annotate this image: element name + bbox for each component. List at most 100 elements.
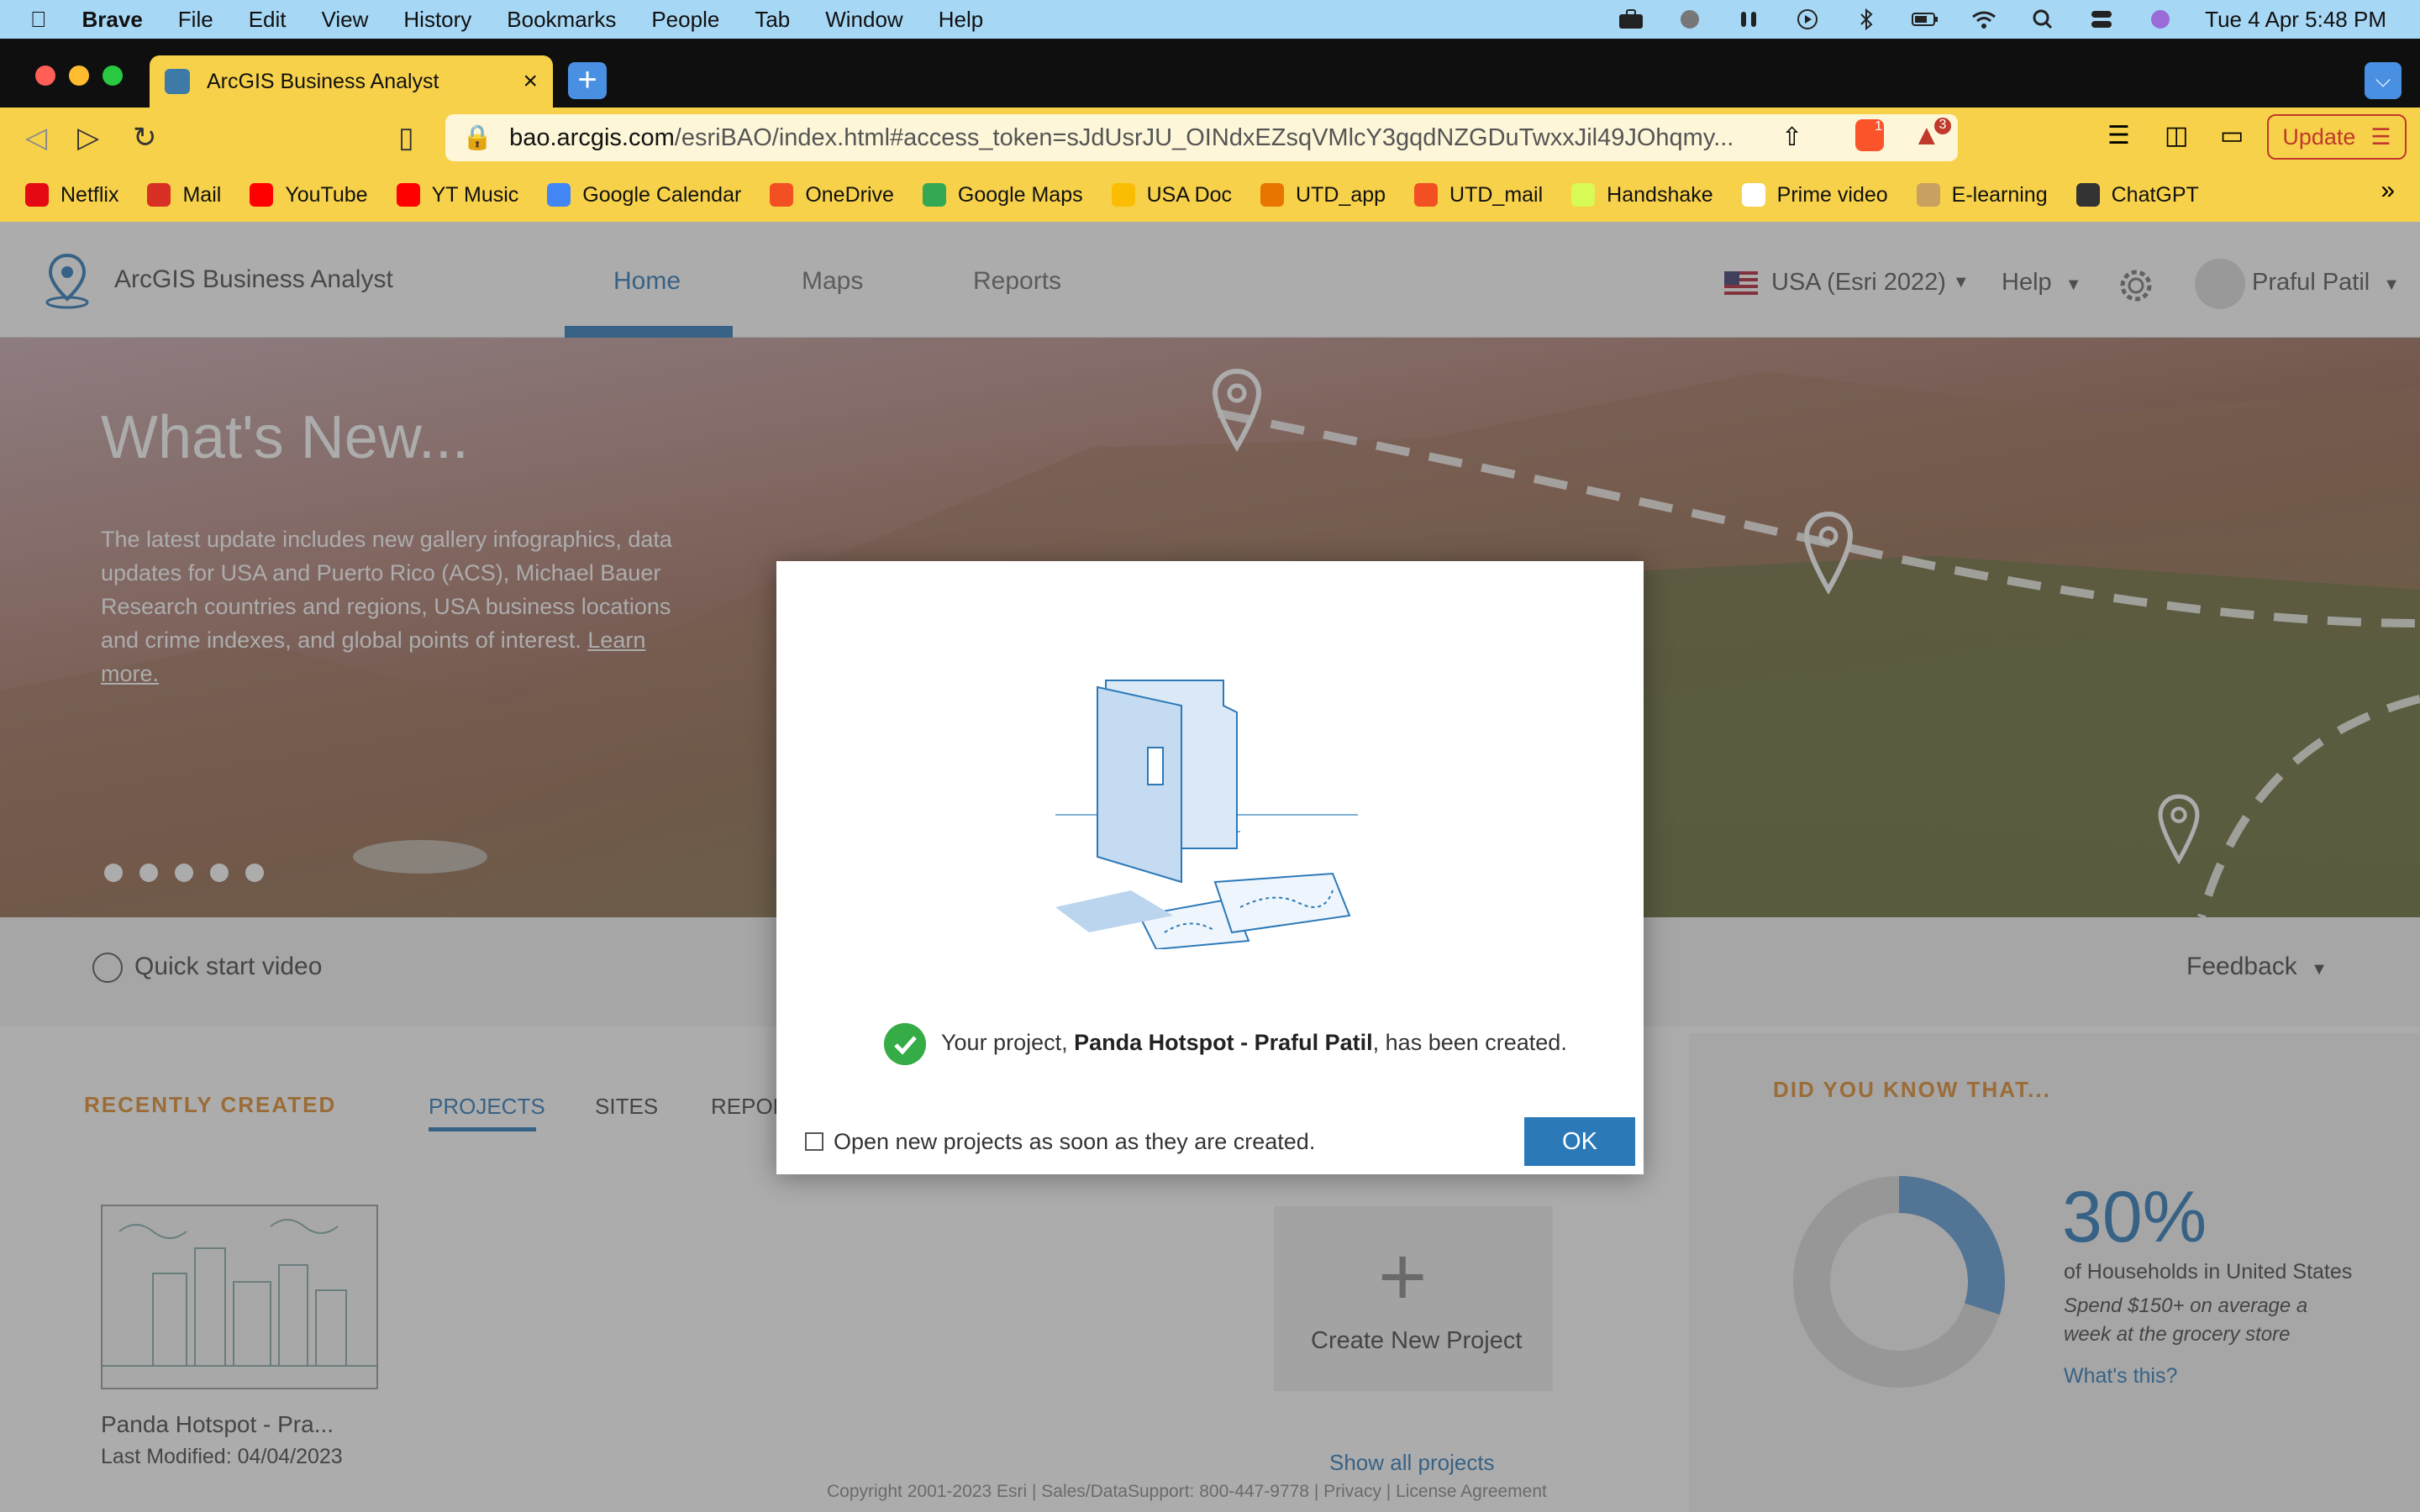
bookmark-label: Google Calendar (582, 182, 742, 207)
bookmark-prime-video[interactable]: Prime video (1741, 182, 1888, 207)
menu-history[interactable]: History (403, 7, 471, 33)
menu-tab[interactable]: Tab (755, 7, 790, 33)
bookmark-favicon-icon (2075, 183, 2100, 207)
bookmark-netflix[interactable]: Netflix (25, 183, 118, 207)
menu-window[interactable]: Window (825, 7, 902, 33)
shields-badge: 1 (1875, 119, 1882, 134)
arcgis-favicon-icon (165, 69, 190, 94)
menu-view[interactable]: View (322, 7, 369, 33)
bookmark-icon[interactable]: ▯ (398, 121, 414, 155)
briefcase-icon[interactable] (1617, 8, 1645, 30)
globe-icon[interactable] (1676, 8, 1704, 30)
bookmark-favicon-icon (250, 183, 274, 207)
folder-illustration-icon (1055, 680, 1358, 949)
menu-brave[interactable]: Brave (82, 7, 143, 33)
zoom-window-button[interactable] (103, 66, 123, 86)
bookmark-label: Netflix (60, 182, 119, 207)
success-check-icon (884, 1023, 926, 1065)
message-suffix: , has been created. (1372, 1030, 1567, 1055)
menu-people[interactable]: People (651, 7, 719, 33)
close-window-button[interactable] (35, 66, 55, 86)
brave-shields-icon[interactable]: 1 (1855, 119, 1884, 151)
bookmark-label: UTD_app (1296, 182, 1386, 207)
bookmark-label: UTD_mail (1449, 182, 1544, 207)
bookmark-google-maps[interactable]: Google Maps (922, 182, 1083, 207)
bookmark-chatgpt[interactable]: ChatGPT (2075, 182, 2199, 207)
macos-menu-bar:  Brave File Edit View History Bookmarks… (0, 0, 2420, 39)
update-button[interactable]: Update ☰ (2267, 114, 2407, 160)
bookmarks-bar: Netflix Mail YouTube YT Music Google Calenda… (0, 168, 2420, 222)
bookmark-favicon-icon (147, 183, 171, 207)
airpods-icon[interactable] (1734, 8, 1763, 30)
bookmark-label: Handshake (1607, 182, 1713, 207)
bookmark-favicon-icon (1916, 183, 1940, 207)
bookmark-onedrive[interactable]: OneDrive (770, 183, 894, 207)
bookmark-label: Google Maps (957, 182, 1083, 207)
bookmark-mail[interactable]: Mail (147, 183, 221, 207)
minimize-window-button[interactable] (69, 66, 89, 86)
bookmark-utd-app[interactable]: UTD_app (1260, 183, 1386, 207)
bookmark-label: ChatGPT (2111, 182, 2199, 207)
wallet-icon[interactable]: ▭ (2220, 121, 2244, 150)
bookmark-favicon-icon (1741, 183, 1765, 207)
reload-button[interactable]: ↻ (133, 121, 157, 155)
bookmark-favicon-icon (1260, 183, 1285, 207)
bookmark-label: Mail (182, 182, 222, 207)
url-host: bao.arcgis.com (509, 123, 675, 151)
bookmark-favicon-icon (547, 183, 571, 207)
share-icon[interactable]: ⇧ (1781, 123, 1802, 152)
project-name-bold: Panda Hotspot - Praful Patil (1074, 1030, 1373, 1055)
bookmark-yt-music[interactable]: YT Music (396, 182, 519, 207)
bookmark-usa-doc[interactable]: USA Doc (1111, 183, 1232, 207)
bookmark-e-learning[interactable]: E-learning (1916, 182, 2048, 207)
bookmark-favicon-icon (25, 183, 49, 207)
menu-edit[interactable]: Edit (249, 7, 287, 33)
play-icon[interactable] (1793, 8, 1822, 30)
menu-file[interactable]: File (178, 7, 213, 33)
message-prefix: Your project, (941, 1030, 1075, 1055)
apple-icon[interactable]:  (30, 7, 47, 33)
forward-button[interactable]: ▷ (77, 121, 99, 155)
bookmark-youtube[interactable]: YouTube (250, 182, 368, 207)
bookmark-favicon-icon (770, 183, 794, 207)
control-center-icon[interactable] (2087, 8, 2116, 30)
sidebar-icon[interactable]: ◫ (2165, 121, 2188, 150)
bookmarks-more-icon[interactable]: » (2381, 176, 2395, 205)
spotlight-search-icon[interactable] (2028, 8, 2057, 30)
menu-clock[interactable]: Tue 4 Apr 5:48 PM (2205, 7, 2386, 33)
bookmark-favicon-icon (1414, 183, 1439, 207)
back-button[interactable]: ◁ (25, 121, 47, 155)
close-tab-icon[interactable]: × (523, 67, 538, 96)
bookmark-label: YouTube (285, 182, 368, 207)
address-bar[interactable]: 🔒 bao.arcgis.com /esriBAO/index.html#acc… (445, 114, 1958, 161)
hamburger-menu-icon: ☰ (2370, 123, 2391, 150)
tab-search-chevron-icon[interactable]: ⌵ (2365, 62, 2402, 99)
bookmark-handshake[interactable]: Handshake (1571, 182, 1713, 207)
siri-icon[interactable] (2146, 8, 2175, 30)
open-projects-checkbox[interactable] (805, 1132, 823, 1151)
ok-button[interactable]: OK (1524, 1117, 1635, 1166)
rewards-badge: 3 (1934, 118, 1951, 134)
open-projects-checkbox-label[interactable]: Open new projects as soon as they are cr… (834, 1129, 1315, 1155)
bookmark-utd-mail[interactable]: UTD_mail (1414, 183, 1543, 207)
bookmark-favicon-icon (396, 183, 420, 207)
tab-title: ArcGIS Business Analyst (207, 69, 439, 93)
project-created-message: Your project, Panda Hotspot - Praful Pat… (941, 1030, 1567, 1056)
bluetooth-icon[interactable] (1852, 8, 1881, 30)
url-path: /esriBAO/index.html#access_token=sJdUsrJ… (674, 123, 1734, 151)
update-label: Update (2282, 123, 2356, 150)
wifi-icon[interactable] (1970, 8, 1998, 30)
bookmark-label: OneDrive (805, 182, 894, 207)
tab-arcgis[interactable]: ArcGIS Business Analyst × (150, 55, 553, 108)
bookmark-favicon-icon (1571, 183, 1596, 207)
playlist-icon[interactable]: ☰ (2107, 121, 2130, 150)
new-tab-button[interactable]: + (568, 62, 607, 99)
lock-icon: 🔒 (462, 124, 493, 151)
battery-icon[interactable] (1911, 8, 1939, 30)
menu-help[interactable]: Help (939, 7, 983, 33)
menu-bookmarks[interactable]: Bookmarks (507, 7, 616, 33)
bookmark-label: Prime video (1776, 182, 1888, 207)
bookmark-google-calendar[interactable]: Google Calendar (547, 183, 741, 207)
bookmark-label: E-learning (1951, 182, 2048, 207)
bookmark-label: YT Music (431, 182, 519, 207)
